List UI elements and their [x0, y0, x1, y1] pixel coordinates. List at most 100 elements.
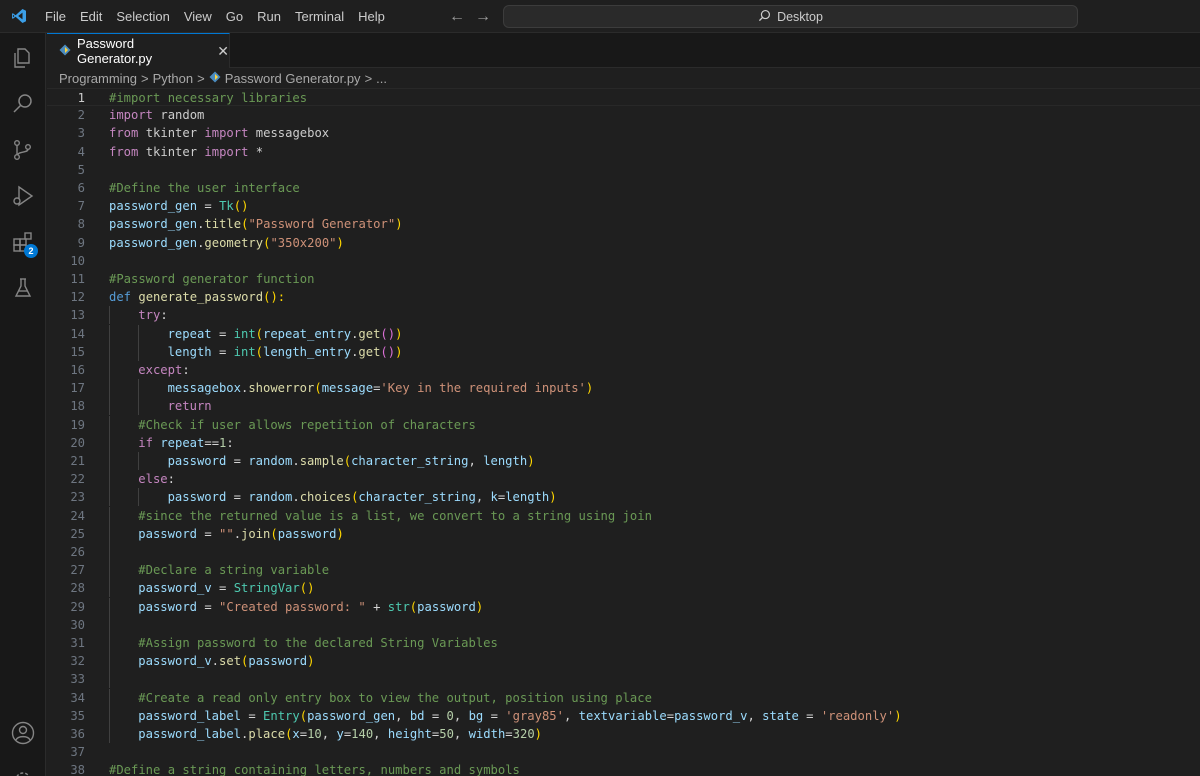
code-line[interactable]: 11 #Password generator function: [47, 270, 1200, 288]
breadcrumb-item-programming[interactable]: Programming: [59, 71, 137, 86]
search-icon[interactable]: [0, 81, 46, 127]
code-line[interactable]: 1 #import necessary libraries: [47, 88, 1200, 106]
code-token: str: [387, 599, 410, 614]
settings-gear-icon[interactable]: [0, 757, 46, 776]
code-line[interactable]: 12 def generate_password():: [47, 288, 1200, 306]
line-number: 28: [70, 581, 85, 596]
code-line[interactable]: 37: [47, 743, 1200, 761]
code-line[interactable]: 27 #Declare a string variable: [47, 561, 1200, 580]
code-line[interactable]: 25 password = "".join(password): [47, 524, 1200, 543]
code-token: .: [292, 490, 300, 505]
code-line[interactable]: 6 #Define the user interface: [47, 179, 1200, 197]
menu-go[interactable]: Go: [219, 0, 250, 33]
code-token: get: [358, 344, 381, 359]
menu-terminal[interactable]: Terminal: [288, 0, 351, 33]
code-token: password_gen: [109, 217, 198, 232]
menu-run[interactable]: Run: [250, 0, 288, 33]
line-number: 9: [77, 235, 85, 250]
indent-guide: [109, 725, 110, 743]
code-token: =: [211, 581, 234, 596]
source-control-icon[interactable]: [0, 127, 46, 173]
indent-guide: [138, 452, 140, 470]
code-editor[interactable]: 1 #import necessary libraries 2 import rand…: [47, 88, 1200, 776]
tab-password-generator[interactable]: Password Generator.py ✕: [47, 33, 230, 68]
code-line[interactable]: 31 #Assign password to the declared Strin…: [47, 634, 1200, 652]
breadcrumb-item-file[interactable]: Password Generator.py: [225, 71, 361, 86]
run-debug-icon[interactable]: [0, 173, 46, 219]
code-line[interactable]: 3 from tkinter import messagebox: [47, 124, 1200, 142]
code-text: password_label.place(x=10, y=140, height…: [138, 725, 542, 743]
testing-icon[interactable]: [0, 265, 46, 311]
explorer-icon[interactable]: [0, 35, 46, 81]
indent-guide: [109, 688, 110, 707]
menu-file[interactable]: File: [38, 0, 73, 33]
code-token: ,: [563, 708, 579, 723]
code-token: 0: [446, 708, 454, 723]
breadcrumb-item-python[interactable]: Python: [153, 71, 193, 86]
code-token: password: [167, 490, 227, 505]
back-arrow-icon[interactable]: ←: [449, 8, 465, 26]
indent-guide: [109, 670, 110, 689]
code-line[interactable]: 10: [47, 252, 1200, 270]
code-line[interactable]: 23 password = random.choices(character_st…: [47, 488, 1200, 507]
code-token: 140: [351, 727, 374, 741]
code-token: Tk: [219, 199, 234, 214]
code-line[interactable]: 36 password_label.place(x=10, y=140, heig…: [47, 725, 1200, 743]
chevron-right-icon: >: [364, 70, 373, 86]
code-line[interactable]: 7 password_gen = Tk(): [47, 197, 1200, 215]
code-token: message: [321, 381, 374, 396]
code-text: repeat = int(repeat_entry.get()): [168, 325, 403, 343]
forward-arrow-icon[interactable]: →: [475, 8, 491, 26]
close-icon[interactable]: ✕: [217, 43, 229, 60]
code-line[interactable]: 9 password_gen.geometry("350x200"): [47, 234, 1200, 252]
line-number: 20: [70, 435, 85, 450]
code-token: (: [314, 381, 322, 396]
menu-edit[interactable]: Edit: [73, 0, 109, 33]
code-line[interactable]: 4 from tkinter import *: [47, 143, 1200, 161]
indent-guide: [138, 379, 140, 398]
menu-selection[interactable]: Selection: [109, 0, 176, 33]
code-token: :: [160, 308, 168, 323]
line-number: 6: [77, 181, 85, 195]
code-token: geometry: [204, 235, 264, 250]
extensions-icon[interactable]: 2: [0, 219, 46, 265]
code-line[interactable]: 17 messagebox.showerror(message='Key in t…: [47, 379, 1200, 398]
code-line[interactable]: 8 password_gen.title("Password Generator"…: [47, 215, 1200, 233]
line-number: 26: [70, 545, 85, 559]
code-token: =: [211, 344, 234, 359]
code-line[interactable]: 32 password_v.set(password): [47, 652, 1200, 671]
menu-help[interactable]: Help: [351, 0, 392, 33]
code-line[interactable]: 15 length = int(length_entry.get()): [47, 342, 1200, 361]
indent-guide: [109, 342, 110, 361]
code-line[interactable]: 13 try:: [47, 306, 1200, 325]
code-line[interactable]: 18 return: [47, 397, 1200, 416]
code-line[interactable]: 38 #Define a string containing letters, n…: [47, 761, 1200, 776]
code-line[interactable]: 30: [47, 615, 1200, 634]
code-line[interactable]: 21 password = random.sample(character_str…: [47, 452, 1200, 470]
code-line[interactable]: 33: [47, 670, 1200, 689]
account-icon[interactable]: [0, 710, 46, 756]
code-token: =: [226, 490, 249, 505]
code-token: password_gen: [109, 235, 198, 250]
code-line[interactable]: 29 password = "Created password: " + str(…: [47, 597, 1200, 616]
code-line[interactable]: 20 if repeat==1:: [47, 433, 1200, 452]
command-center-search[interactable]: Desktop: [503, 5, 1078, 28]
code-line[interactable]: 22 else:: [47, 470, 1200, 489]
indent-guide: [109, 706, 110, 725]
code-line[interactable]: 2 import random: [47, 106, 1200, 124]
code-line[interactable]: 34 #Create a read only entry box to view …: [47, 688, 1200, 707]
code-token: ,: [395, 708, 410, 723]
indent-guide: [109, 452, 110, 470]
code-line[interactable]: 14 repeat = int(repeat_entry.get()): [47, 324, 1200, 343]
code-line[interactable]: 35 password_label = Entry(password_gen, b…: [47, 706, 1200, 725]
code-token: ():: [263, 290, 286, 305]
code-line[interactable]: 26: [47, 543, 1200, 561]
code-line[interactable]: 16 except:: [47, 361, 1200, 379]
code-line[interactable]: 28 password_v = StringVar(): [47, 579, 1200, 598]
code-line[interactable]: 19 #Check if user allows repetition of ch…: [47, 415, 1200, 434]
menu-view[interactable]: View: [177, 0, 219, 33]
breadcrumb-item-symbols[interactable]: ...: [376, 71, 387, 86]
code-line[interactable]: 5: [47, 161, 1200, 179]
code-token: #since the returned value is a list, we …: [138, 508, 652, 523]
code-line[interactable]: 24 #since the returned value is a list, w…: [47, 506, 1200, 525]
